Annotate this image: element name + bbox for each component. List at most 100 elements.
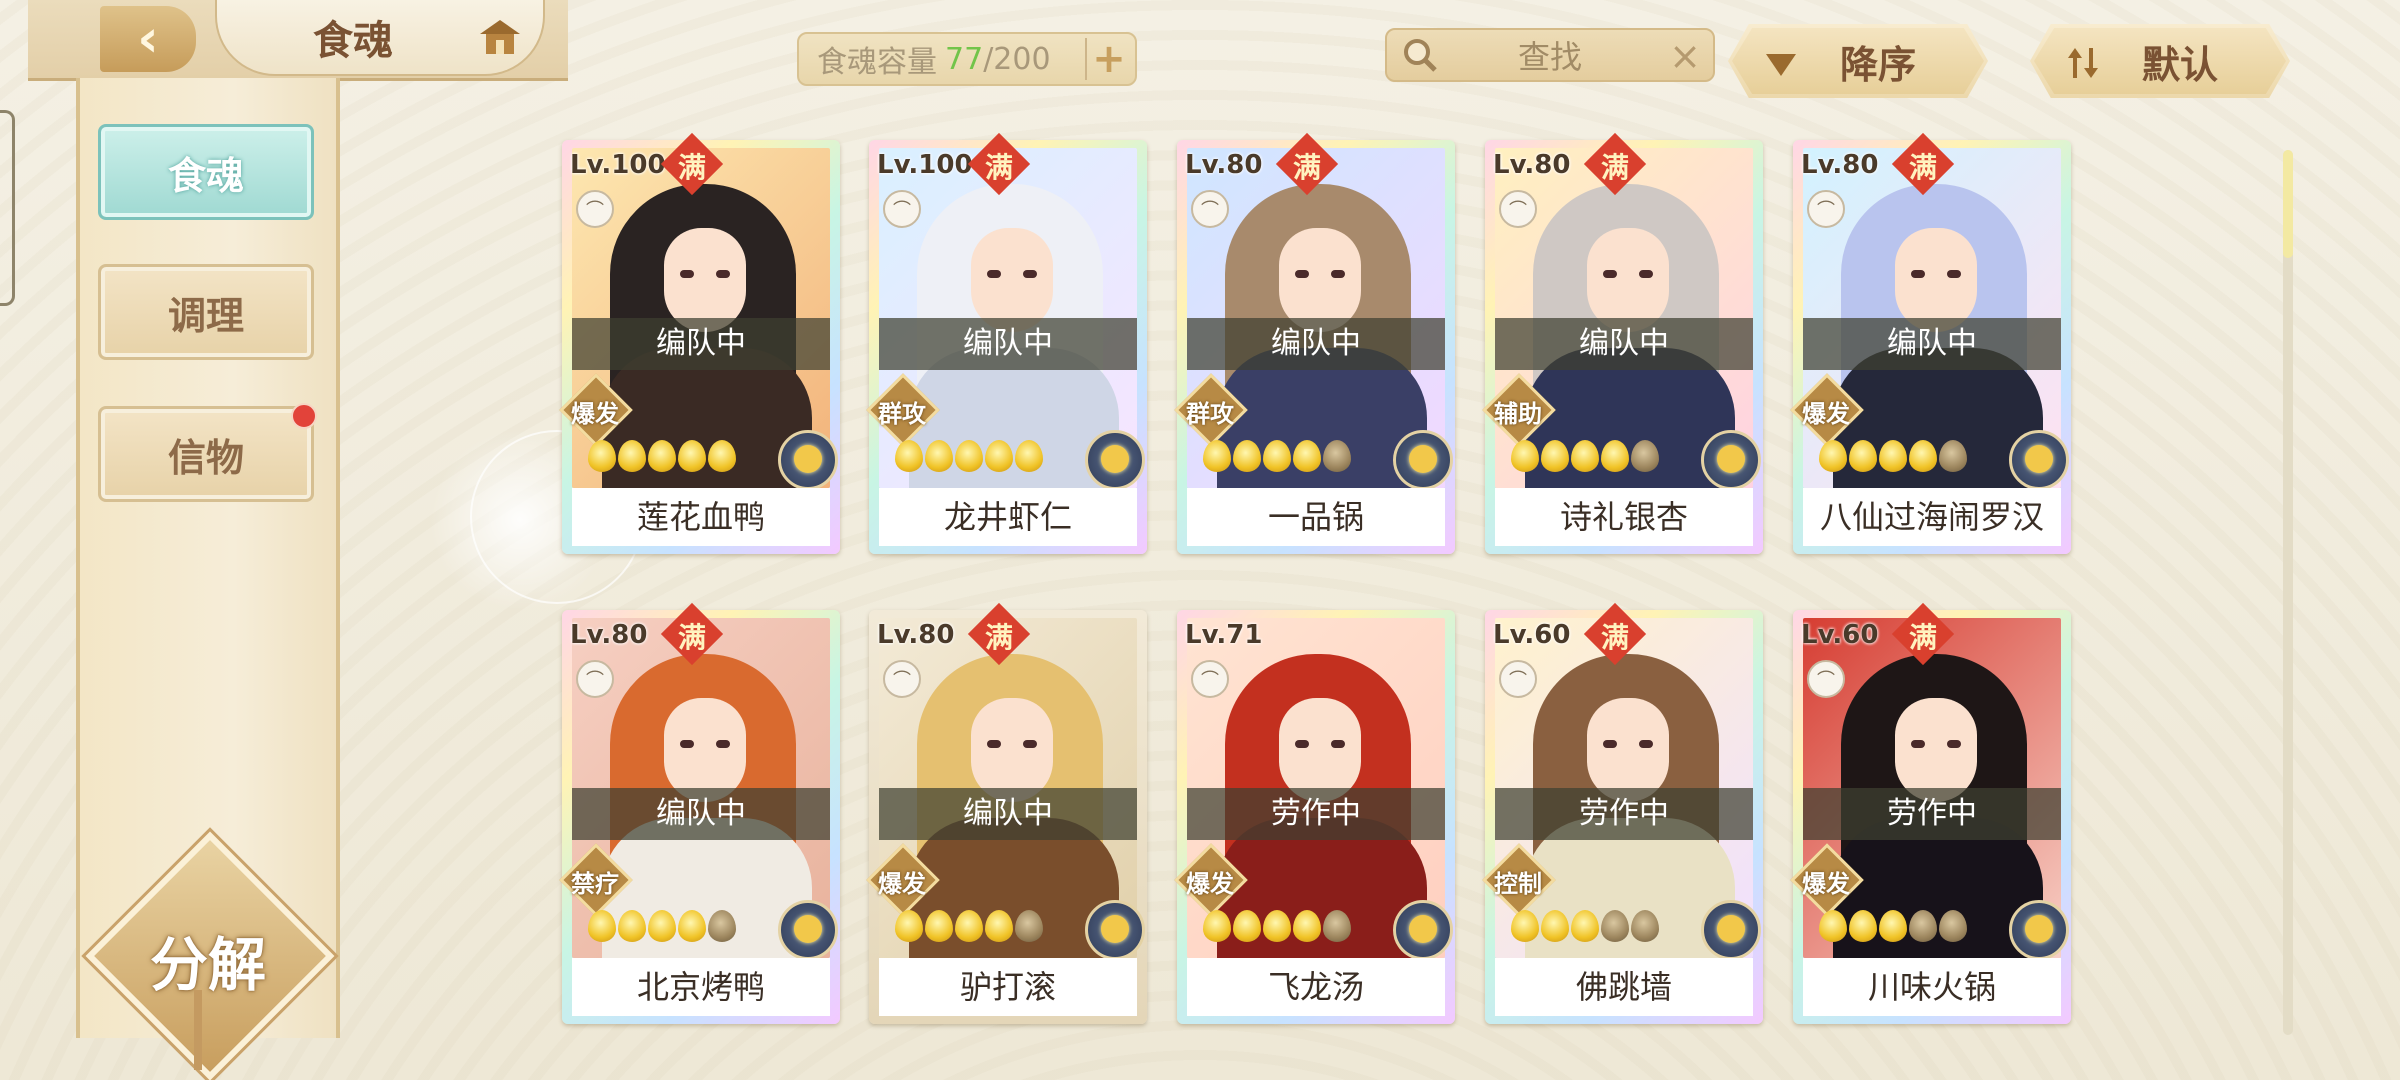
star-rating: [1819, 910, 1967, 946]
status-label: 编队中: [1187, 318, 1445, 370]
star-icon: [1263, 440, 1291, 472]
role-badge: 群攻: [1174, 373, 1248, 447]
star-icon: [708, 440, 736, 472]
star-icon: [678, 440, 706, 472]
star-icon: [1511, 910, 1539, 942]
star-icon: [1511, 440, 1539, 472]
food-soul-card[interactable]: Lv.60 满 ⌒ 劳作中 控制 佛跳墙: [1482, 602, 1763, 1024]
sidebar-item-tokens[interactable]: 信物: [98, 403, 317, 502]
level-label: Lv.80: [1185, 150, 1263, 180]
capacity-separator: /: [983, 41, 994, 77]
food-soul-card[interactable]: Lv.80 满 ⌒ 编队中 爆发 八仙过海闹罗汉: [1790, 132, 2071, 554]
level-label: Lv.100: [877, 150, 973, 180]
sort-down-icon: [1766, 54, 1796, 76]
sort-mode-button[interactable]: 默认: [2030, 24, 2290, 98]
sidebar: 食魂 调理 信物 分解: [76, 78, 340, 1080]
star-icon: [1939, 910, 1967, 942]
food-soul-card[interactable]: Lv.100 满 ⌒ 编队中 爆发 莲花血鸭: [559, 132, 840, 554]
sort-toggle-icon: [2068, 48, 2098, 78]
food-soul-card[interactable]: Lv.71 ⌒ 劳作中 爆发 飞龙汤: [1174, 610, 1455, 1024]
add-capacity-button[interactable]: +: [1085, 36, 1131, 82]
status-label: 劳作中: [1495, 788, 1753, 840]
star-icon: [588, 910, 616, 942]
level-label: Lv.60: [1801, 620, 1879, 650]
star-icon: [1323, 440, 1351, 472]
food-soul-name: 八仙过海闹罗汉: [1803, 488, 2061, 546]
max-level-label: 满: [1600, 151, 1629, 184]
back-button[interactable]: ‹: [100, 6, 196, 72]
food-soul-card[interactable]: Lv.80 满 ⌒ 编队中 爆发 驴打滚: [866, 602, 1147, 1024]
star-icon: [1849, 910, 1877, 942]
star-icon: [1015, 440, 1043, 472]
food-soul-card[interactable]: Lv.80 满 ⌒ 编队中 辅助 诗礼银杏: [1482, 132, 1763, 554]
star-rating: [895, 910, 1043, 946]
bowl-icon: ⌒: [1807, 190, 1845, 228]
role-label: 爆发: [1802, 870, 1850, 898]
star-icon: [1601, 440, 1629, 472]
role-badge: 控制: [1482, 843, 1556, 917]
role-label: 禁疗: [571, 870, 619, 898]
star-icon: [925, 910, 953, 942]
star-icon: [1631, 910, 1659, 942]
level-label: Lv.80: [1801, 150, 1879, 180]
star-icon: [618, 910, 646, 942]
role-label: 辅助: [1494, 400, 1542, 428]
sort-order-button[interactable]: 降序: [1728, 24, 1988, 98]
max-level-label: 满: [1600, 621, 1629, 654]
star-icon: [1939, 440, 1967, 472]
role-badge: 群攻: [866, 373, 940, 447]
food-soul-card[interactable]: Lv.80 满 ⌒ 编队中 群攻 一品锅: [1174, 132, 1455, 554]
food-soul-name: 龙井虾仁: [879, 488, 1137, 546]
star-icon: [955, 440, 983, 472]
role-badge: 爆发: [1174, 843, 1248, 917]
star-icon: [1879, 440, 1907, 472]
max-level-label: 满: [1292, 151, 1321, 184]
food-soul-card[interactable]: Lv.100 满 ⌒ 编队中 群攻 龙井虾仁: [866, 132, 1147, 554]
status-label: 编队中: [879, 318, 1137, 370]
star-icon: [985, 910, 1013, 942]
food-soul-name: 佛跳墙: [1495, 958, 1753, 1016]
home-icon[interactable]: [478, 18, 522, 58]
star-icon: [1541, 910, 1569, 942]
scrollbar-track[interactable]: [2283, 150, 2293, 1035]
food-soul-name: 一品锅: [1187, 488, 1445, 546]
scrollbar-thumb[interactable]: [2283, 150, 2293, 258]
food-soul-name: 驴打滚: [879, 958, 1137, 1016]
element-icon: [1701, 430, 1761, 490]
max-level-label: 满: [1908, 621, 1937, 654]
food-soul-card[interactable]: Lv.80 满 ⌒ 编队中 禁疗 北京烤鸭: [559, 602, 840, 1024]
role-badge: 禁疗: [559, 843, 633, 917]
capacity-label: 食魂容量: [817, 45, 937, 80]
food-soul-card[interactable]: Lv.60 满 ⌒ 劳作中 爆发 川味火锅: [1790, 602, 2071, 1024]
star-icon: [1323, 910, 1351, 942]
element-icon: [1085, 900, 1145, 960]
sidebar-item-cultivate[interactable]: 调理: [98, 264, 314, 360]
bowl-icon: ⌒: [883, 190, 921, 228]
bowl-icon: ⌒: [1499, 660, 1537, 698]
clear-search-icon[interactable]: ×: [1669, 34, 1701, 78]
sidebar-item-label: 信物: [167, 434, 244, 480]
food-soul-name: 北京烤鸭: [572, 958, 830, 1016]
screen-edge-handle: [0, 110, 15, 306]
star-icon: [1293, 440, 1321, 472]
element-icon: [778, 900, 838, 960]
star-icon: [1909, 910, 1937, 942]
status-label: 编队中: [1495, 318, 1753, 370]
star-icon: [588, 440, 616, 472]
star-icon: [1263, 910, 1291, 942]
sidebar-item-food-souls[interactable]: 食魂: [98, 124, 314, 220]
star-icon: [985, 440, 1013, 472]
star-icon: [1849, 440, 1877, 472]
sidebar-item-label: 调理: [167, 292, 244, 338]
search-input[interactable]: 查找 ×: [1385, 28, 1715, 82]
star-rating: [1819, 440, 1967, 476]
star-icon: [618, 440, 646, 472]
star-icon: [1233, 440, 1261, 472]
search-placeholder: 查找: [1517, 38, 1582, 76]
decompose-label[interactable]: 分解: [108, 918, 308, 1002]
level-label: Lv.71: [1185, 620, 1263, 650]
element-icon: [1085, 430, 1145, 490]
star-icon: [1819, 440, 1847, 472]
bowl-icon: ⌒: [576, 190, 614, 228]
role-badge: 爆发: [1790, 843, 1864, 917]
